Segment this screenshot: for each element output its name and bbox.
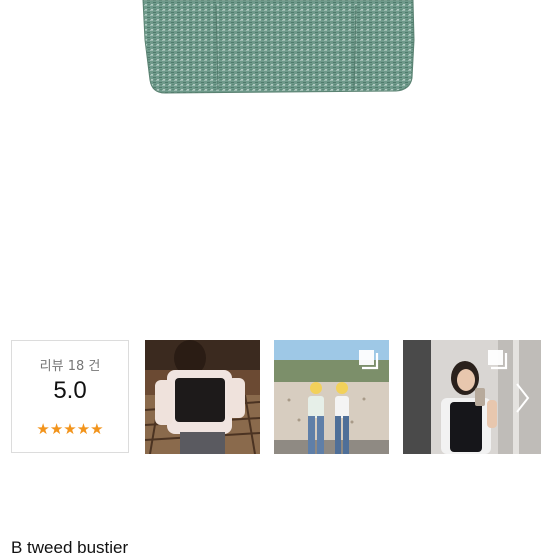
- product-title: B tweed bustier: [11, 538, 129, 557]
- star-rating: ★★★★★: [36, 420, 104, 438]
- review-summary[interactable]: 리뷰 18 건 5.0 ★★★★★: [11, 340, 129, 453]
- multi-photo-icon: [359, 350, 379, 370]
- rating-value: 5.0: [53, 377, 87, 404]
- review-count: 리뷰 18 건: [39, 359, 101, 374]
- product-image: [142, 0, 415, 94]
- review-photo-1[interactable]: [145, 340, 260, 454]
- multi-photo-icon: [488, 350, 508, 370]
- chevron-right-icon[interactable]: [511, 378, 533, 418]
